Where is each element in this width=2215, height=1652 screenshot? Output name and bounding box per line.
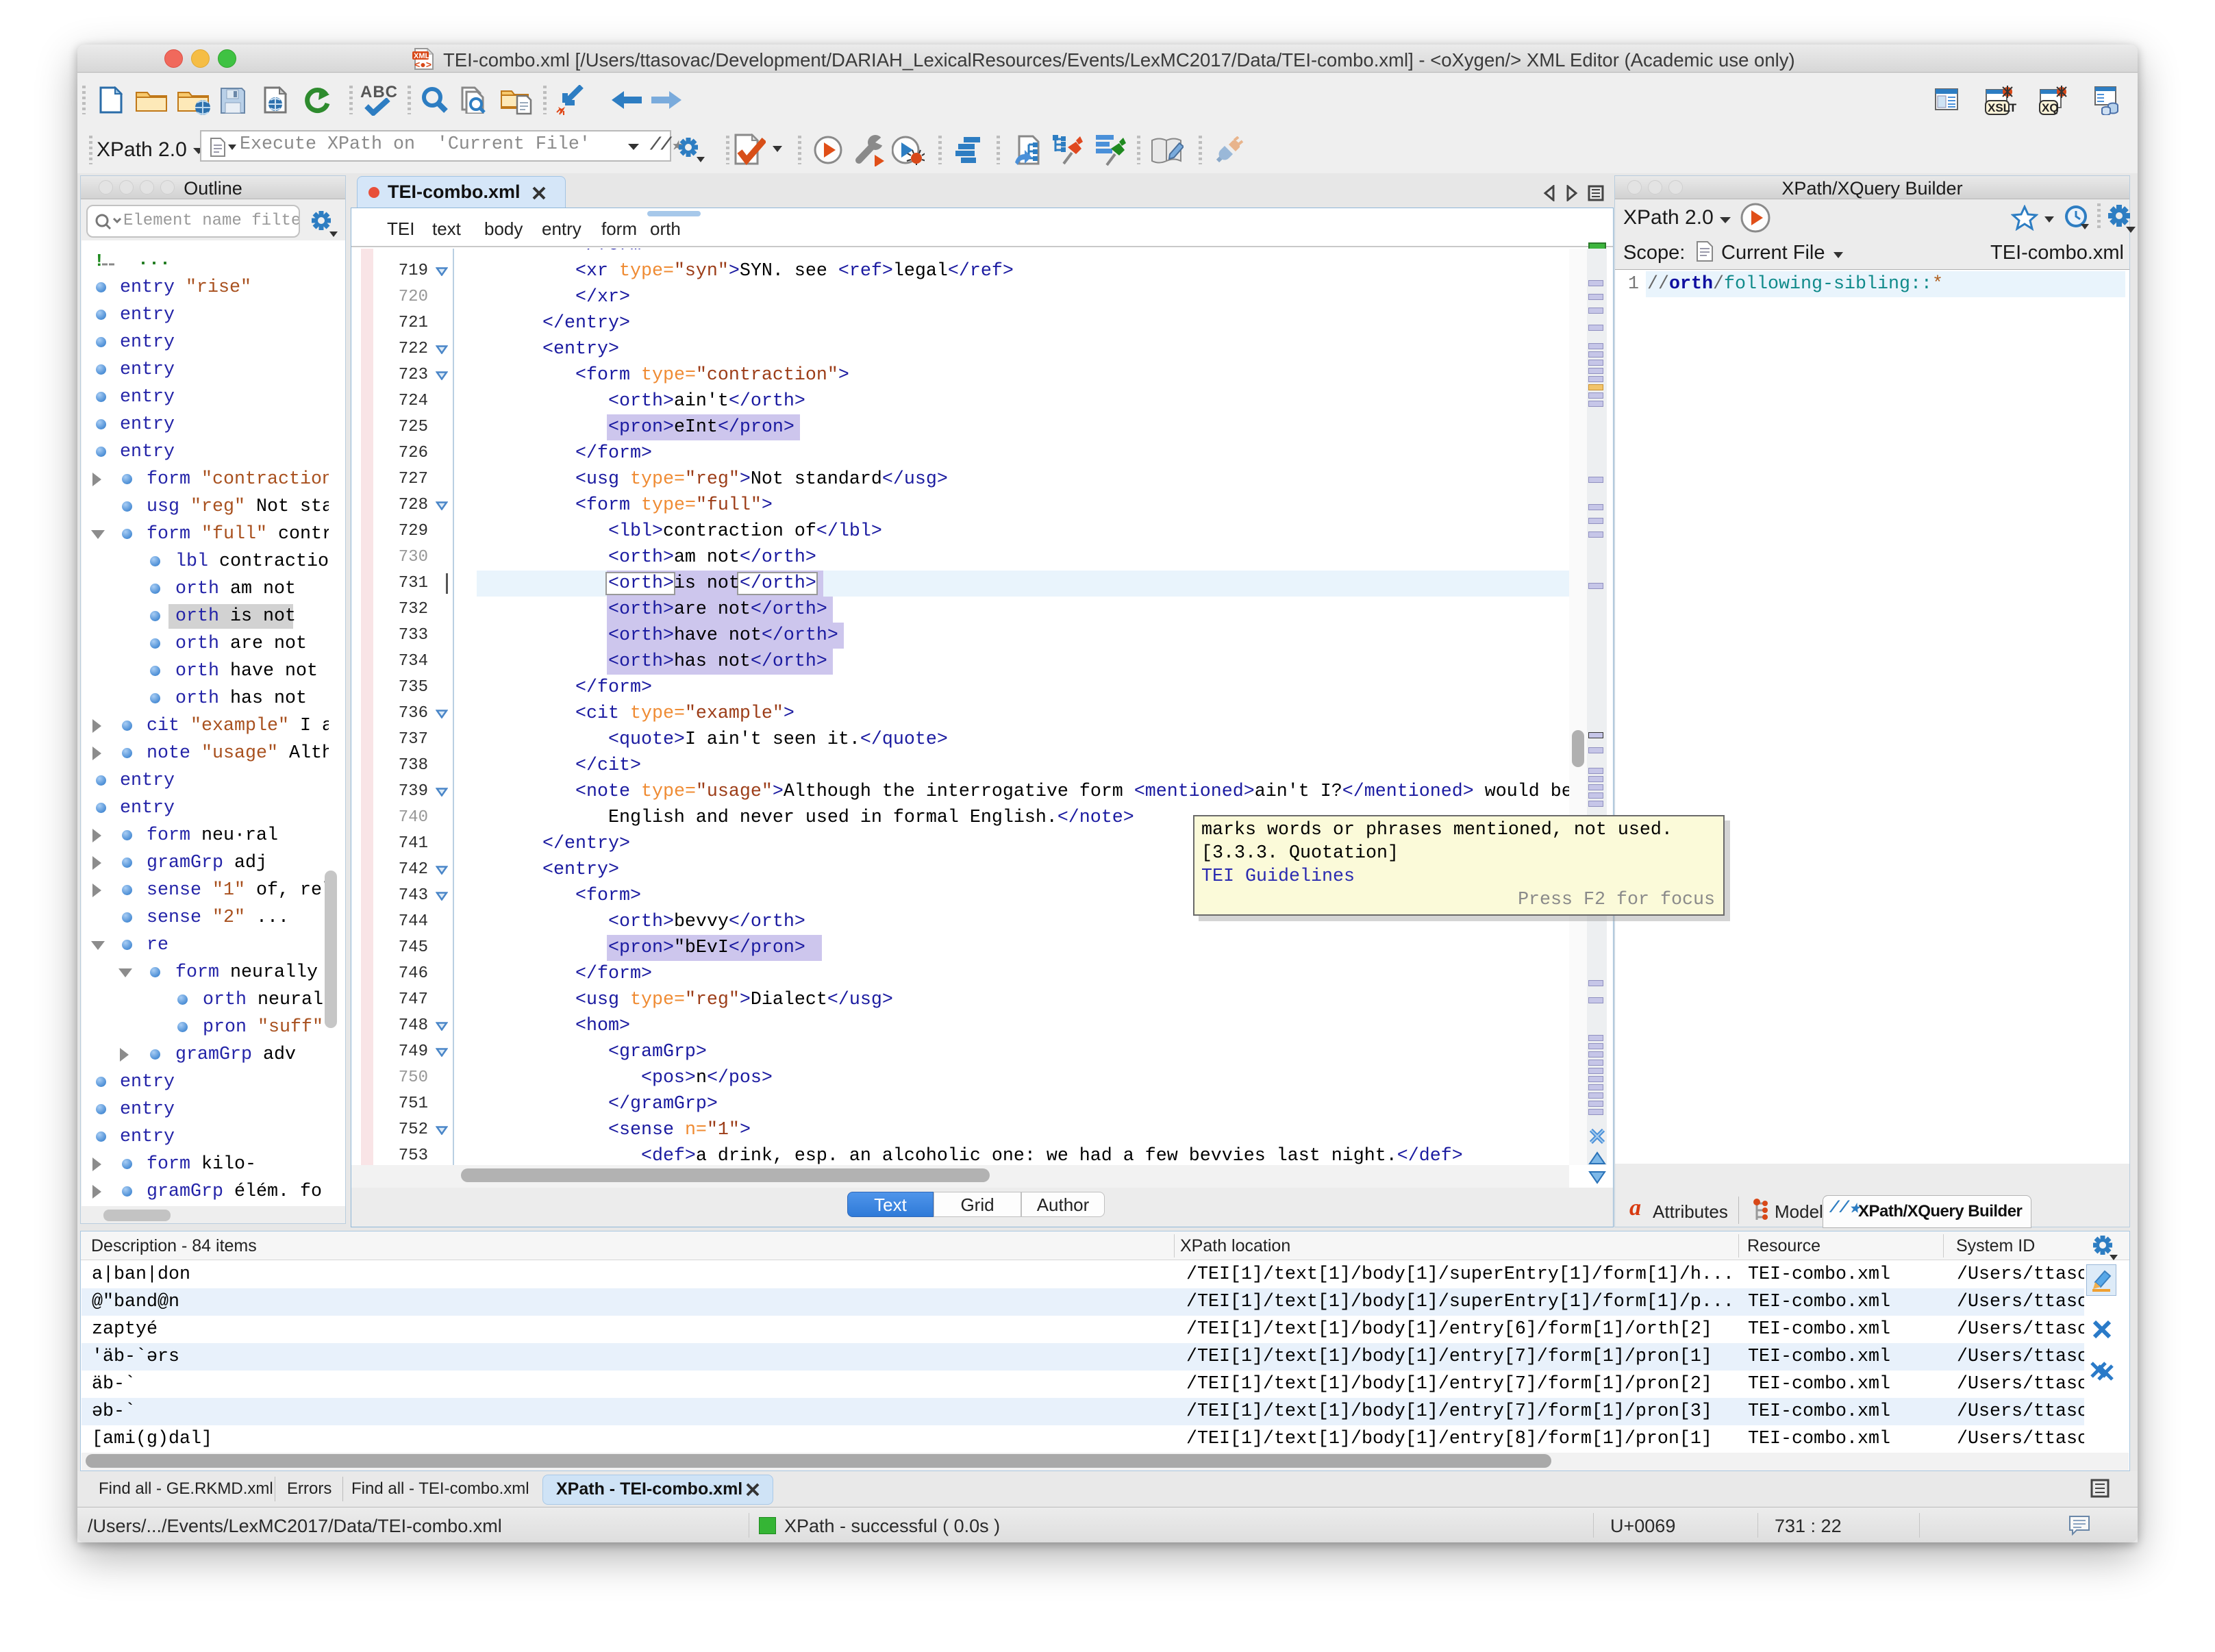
svg-text:XQ: XQ — [2042, 101, 2059, 114]
svg-text:XML: XML — [414, 52, 430, 60]
svg-text:<●>: <●> — [414, 60, 431, 71]
svg-text:XSLT: XSLT — [1988, 101, 2016, 114]
svg-text:!: ! — [94, 251, 105, 270]
